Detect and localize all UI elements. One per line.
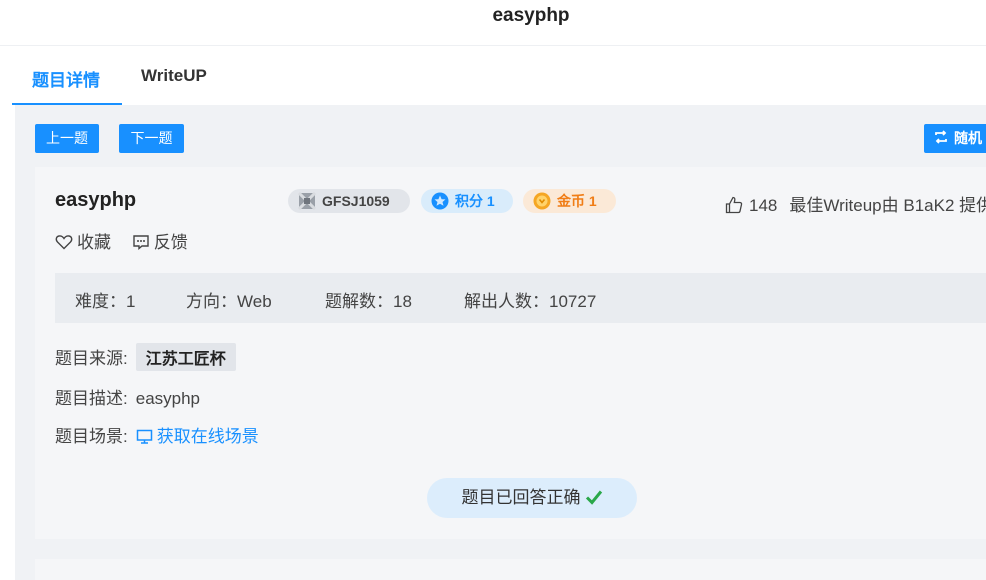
monitor-icon <box>136 429 152 444</box>
id-badge-icon <box>298 192 316 210</box>
direction-stat: 方向：Web <box>186 292 272 311</box>
likes-info: 148 最佳Writeup由 B1aK2 提供 <box>725 191 986 219</box>
stats-bar: 难度：1 方向：Web 题解数：18 解出人数：10727 <box>55 273 986 323</box>
writeups-stat: 题解数：18 <box>325 292 412 311</box>
feedback-button[interactable]: 反馈 <box>132 228 188 253</box>
favorite-button[interactable]: 收藏 <box>55 228 111 253</box>
source-tag: 江苏工匠杯 <box>135 343 236 371</box>
page-title: easyphp <box>492 5 570 26</box>
scene-row: 题目场景: 获取在线场景 <box>55 422 259 447</box>
coin-label: 金币 1 <box>557 193 597 209</box>
title-bar: easyphp <box>0 0 986 46</box>
answered-text: 题目已回答正确 <box>461 488 581 507</box>
lower-card <box>35 559 986 580</box>
tab-details[interactable]: 题目详情 <box>32 66 100 91</box>
get-scene-label: 获取在线场景 <box>156 427 259 446</box>
description-value: easyphp <box>135 389 201 408</box>
random-button[interactable]: 随机 <box>924 124 986 153</box>
coin-icon <box>533 192 551 210</box>
difficulty-stat: 难度：1 <box>75 292 136 311</box>
random-label: 随机 <box>954 130 982 146</box>
score-tag: 积分 1 <box>421 189 513 213</box>
score-label: 积分 1 <box>455 193 495 209</box>
next-button[interactable]: 下一题 <box>119 124 184 153</box>
source-row: 题目来源: 江苏工匠杯 <box>55 343 236 371</box>
scene-label: 题目场景: <box>55 427 128 446</box>
content-area: 上一题 下一题 随机 easyphp GFSJ1059 积分 1 金币 1 14… <box>15 105 986 580</box>
challenge-id: GFSJ1059 <box>322 193 390 209</box>
prev-button[interactable]: 上一题 <box>35 124 99 153</box>
challenge-card: easyphp GFSJ1059 积分 1 金币 1 148 最佳Writeup由… <box>35 167 986 539</box>
source-label: 题目来源: <box>55 349 128 368</box>
challenge-title: easyphp <box>55 189 137 211</box>
checkmark-icon <box>585 490 602 505</box>
challenge-id-tag: GFSJ1059 <box>288 189 410 213</box>
description-row: 题目描述: easyphp <box>55 384 200 409</box>
feedback-label: 反馈 <box>153 233 188 252</box>
solvers-stat: 解出人数：10727 <box>464 292 597 311</box>
tab-writeup[interactable]: WriteUP <box>141 66 207 86</box>
description-label: 题目描述: <box>55 389 128 408</box>
heart-icon <box>55 235 73 250</box>
random-icon <box>934 125 948 154</box>
thumb-up-icon[interactable] <box>725 196 743 219</box>
tab-bar: 题目详情 WriteUP <box>0 46 986 105</box>
challenge-actions: 收藏 反馈 <box>55 228 204 253</box>
get-scene-link[interactable]: 获取在线场景 <box>136 427 259 446</box>
likes-count: 148 <box>749 196 778 215</box>
favorite-label: 收藏 <box>77 233 111 252</box>
answered-status: 题目已回答正确 <box>427 478 637 518</box>
coin-tag: 金币 1 <box>523 189 616 213</box>
best-writeup: 最佳Writeup由 B1aK2 提供 <box>789 196 986 215</box>
feedback-icon <box>133 235 149 250</box>
star-badge-icon <box>431 192 449 210</box>
